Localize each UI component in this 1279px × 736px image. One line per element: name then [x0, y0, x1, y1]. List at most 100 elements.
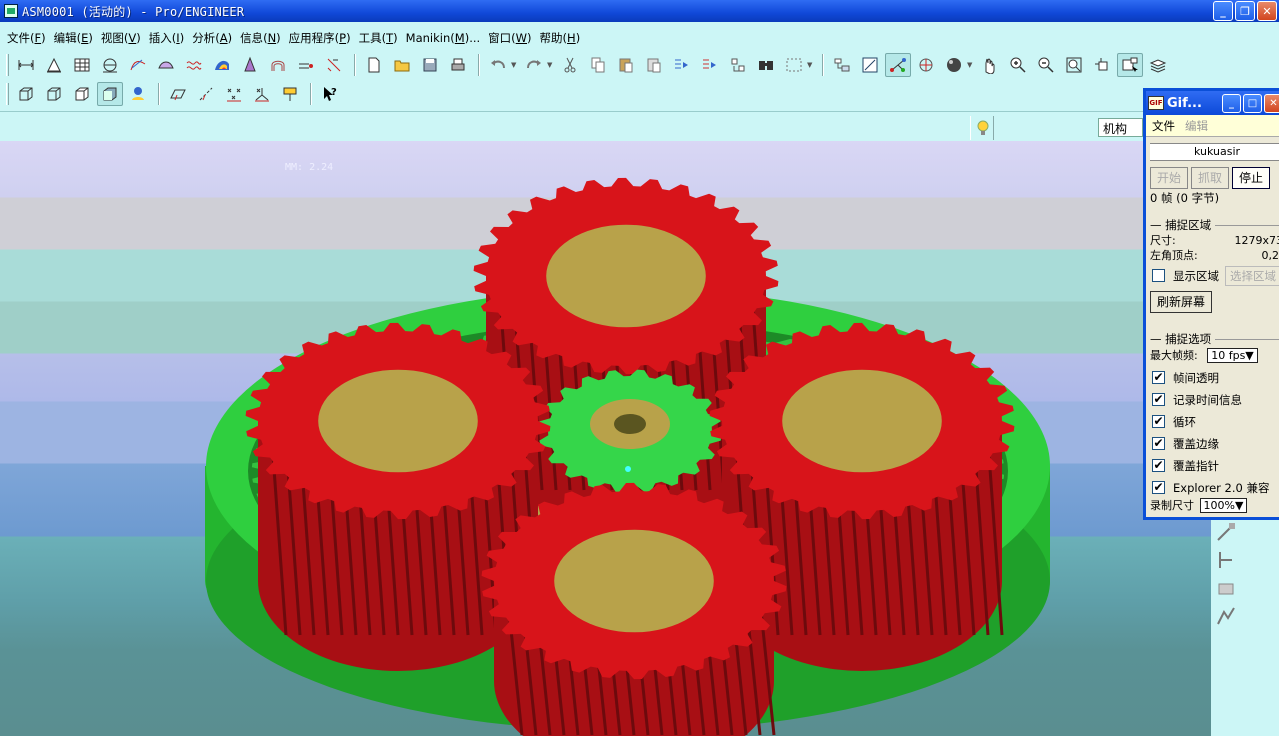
wireframe-icon[interactable]	[13, 82, 39, 106]
sketch-view-icon[interactable]	[857, 53, 883, 77]
curvature-icon[interactable]	[181, 53, 207, 77]
menu-window[interactable]: 窗口(W)	[487, 30, 538, 46]
capture-button[interactable]: 抓取	[1191, 167, 1230, 189]
new-file-icon[interactable]	[361, 53, 387, 77]
opt-checkbox-transparent[interactable]: ✔	[1152, 371, 1165, 384]
datum-plane-icon[interactable]	[165, 82, 191, 106]
stop-button[interactable]: 停止	[1232, 167, 1271, 189]
menu-edit[interactable]: 编辑(E)	[53, 30, 100, 46]
measure-area-icon[interactable]	[41, 53, 67, 77]
opt-checkbox-explorer[interactable]: ✔	[1152, 481, 1165, 494]
start-button[interactable]: 开始	[1150, 167, 1189, 189]
saved-views-icon[interactable]	[1117, 53, 1143, 77]
refresh-screen-button[interactable]: 刷新屏幕	[1150, 291, 1213, 313]
undo-dropdown-icon[interactable]: ▼	[511, 61, 519, 69]
annotation-icon[interactable]	[277, 82, 303, 106]
capture-area-group: — 捕捉区域	[1150, 217, 1279, 233]
layers-tree-icon[interactable]	[829, 53, 855, 77]
mass-properties-icon[interactable]	[69, 53, 95, 77]
opt-checkbox-edges[interactable]: ✔	[1152, 437, 1165, 450]
coord-sys-icon[interactable]	[249, 82, 275, 106]
surface-analysis-icon[interactable]	[153, 53, 179, 77]
undo-icon[interactable]	[485, 53, 511, 77]
planet-gear-front-face	[554, 529, 714, 633]
menu-view[interactable]: 视图(V)	[100, 30, 148, 46]
layers-icon[interactable]	[1145, 53, 1171, 77]
model-tree-icon[interactable]	[125, 82, 151, 106]
show-area-checkbox[interactable]	[1152, 269, 1165, 282]
gear-assembly-model[interactable]	[0, 141, 1211, 736]
select-box-icon[interactable]	[781, 53, 807, 77]
gif-minimize-button[interactable]: _	[1222, 93, 1241, 113]
draft-analysis-icon[interactable]	[237, 53, 263, 77]
menu-manikin[interactable]: Manikin(M)...	[405, 31, 488, 45]
appearance-sphere-icon[interactable]	[941, 53, 967, 77]
reflection-icon[interactable]	[265, 53, 291, 77]
gif-menu-file[interactable]: 文件	[1152, 118, 1175, 134]
redo-dropdown-icon[interactable]: ▼	[547, 61, 555, 69]
curve-analysis-icon[interactable]	[125, 53, 151, 77]
measure-angle-icon[interactable]	[97, 53, 123, 77]
select-area-button[interactable]: 选择区域	[1225, 265, 1279, 286]
find-icon[interactable]	[753, 53, 779, 77]
minimize-button[interactable]: _	[1213, 1, 1233, 21]
light-bulb-icon[interactable]	[970, 116, 994, 140]
zoom-in-icon[interactable]	[1005, 53, 1031, 77]
spin-center-icon[interactable]	[913, 53, 939, 77]
gif-name-field[interactable]: kukuasir	[1150, 143, 1279, 161]
menu-applications[interactable]: 应用程序(P)	[288, 30, 358, 46]
mechanism-joint-icon[interactable]	[1214, 548, 1238, 572]
max-fps-select[interactable]: 10 fps▼	[1207, 348, 1258, 363]
paste-icon[interactable]	[613, 53, 639, 77]
refit-icon[interactable]	[1061, 53, 1087, 77]
open-folder-icon[interactable]	[389, 53, 415, 77]
menu-info[interactable]: 信息(N)	[239, 30, 288, 46]
maximize-button[interactable]: ❐	[1235, 1, 1255, 21]
datum-axis-icon[interactable]	[885, 53, 911, 77]
shaded-icon[interactable]	[97, 82, 123, 106]
opt-checkbox-loop[interactable]: ✔	[1152, 415, 1165, 428]
regenerate-icon[interactable]	[669, 53, 695, 77]
mechanism-servo-icon[interactable]	[1214, 520, 1238, 544]
offset-analysis-icon[interactable]	[293, 53, 319, 77]
appearance-dropdown-icon[interactable]: ▼	[967, 61, 975, 69]
gif-menu-edit[interactable]: 编辑	[1185, 118, 1208, 134]
gif-maximize-button[interactable]: □	[1243, 93, 1262, 113]
cut-icon[interactable]	[557, 53, 583, 77]
sketch-analysis-icon[interactable]	[321, 53, 347, 77]
record-size-select[interactable]: 100%▼	[1199, 498, 1248, 513]
gif-close-button[interactable]: ✕	[1264, 93, 1279, 113]
graphics-viewport[interactable]: MM: 2.24	[0, 141, 1211, 736]
menu-insert[interactable]: 插入(I)	[148, 30, 191, 46]
menu-help[interactable]: 帮助(H)	[539, 30, 588, 46]
datum-axis-toggle-icon[interactable]	[193, 82, 219, 106]
reorient-icon[interactable]	[1089, 53, 1115, 77]
redo-icon[interactable]	[521, 53, 547, 77]
menu-file[interactable]: 文件(F)	[6, 30, 53, 46]
select-dropdown-icon[interactable]: ▼	[807, 61, 815, 69]
hidden-line-icon[interactable]	[41, 82, 67, 106]
mechanism-analysis-icon[interactable]	[1214, 604, 1238, 628]
feature-icon[interactable]	[725, 53, 751, 77]
paste-special-icon[interactable]	[641, 53, 667, 77]
zoom-out-icon[interactable]	[1033, 53, 1059, 77]
left-splitter[interactable]	[0, 380, 8, 430]
mechanism-motor-icon[interactable]	[1214, 576, 1238, 600]
regen-manager-icon[interactable]	[697, 53, 723, 77]
close-button[interactable]: ✕	[1257, 1, 1277, 21]
copy-icon[interactable]	[585, 53, 611, 77]
menu-tools[interactable]: 工具(T)	[358, 30, 405, 46]
opt-checkbox-pointer[interactable]: ✔	[1152, 459, 1165, 472]
print-icon[interactable]	[445, 53, 471, 77]
shade-analysis-icon[interactable]	[209, 53, 235, 77]
measure-distance-icon[interactable]	[13, 53, 39, 77]
context-help-icon[interactable]: ?	[317, 82, 343, 106]
pan-hand-icon[interactable]	[977, 53, 1003, 77]
datum-point-icon[interactable]	[221, 82, 247, 106]
mechanism-mode-field[interactable]: 机构	[1098, 118, 1143, 137]
menu-analysis[interactable]: 分析(A)	[191, 30, 239, 46]
opt-checkbox-timing[interactable]: ✔	[1152, 393, 1165, 406]
no-hidden-icon[interactable]	[69, 82, 95, 106]
proe-app-icon[interactable]	[4, 4, 18, 18]
save-icon[interactable]	[417, 53, 443, 77]
